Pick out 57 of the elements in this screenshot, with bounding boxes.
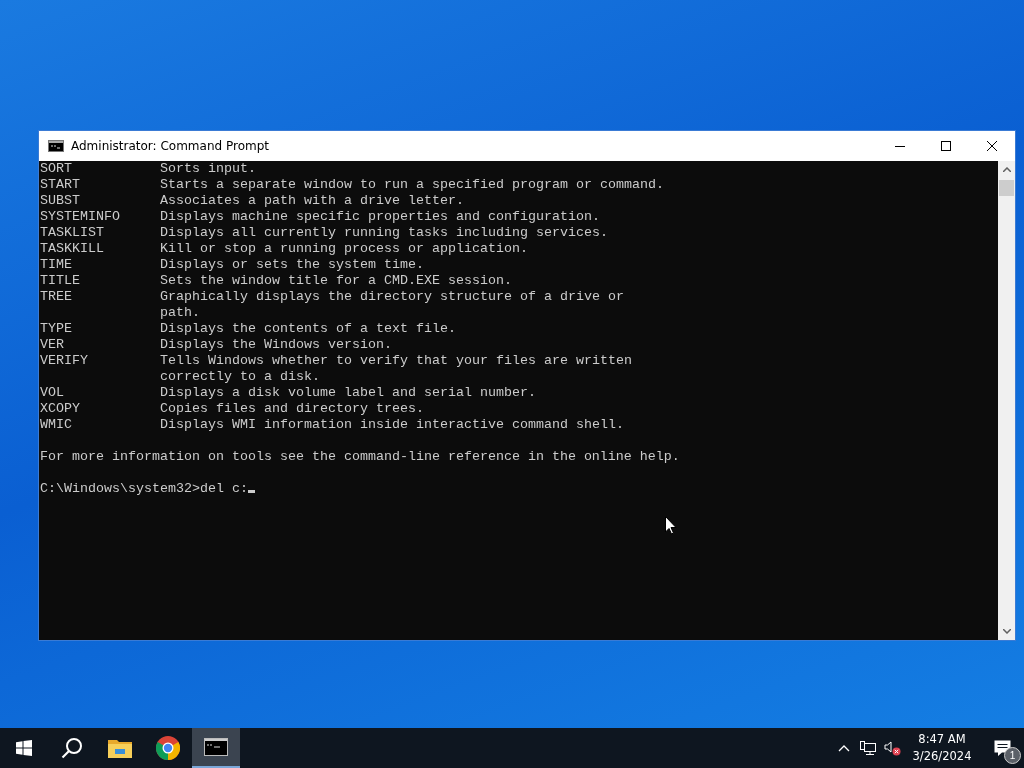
windows-logo-icon [16, 740, 32, 756]
notification-count: 1 [1004, 747, 1021, 764]
command-description: Associates a path with a drive letter. [160, 193, 464, 209]
scrollbar-thumb[interactable] [999, 180, 1014, 196]
command-name: START [40, 177, 81, 193]
command-name: TITLE [40, 273, 81, 289]
folder-icon [108, 738, 132, 758]
command-name: SUBST [40, 193, 81, 209]
terminal-taskbar-button[interactable] [192, 728, 240, 768]
command-name: VERIFY [40, 353, 89, 369]
scroll-up-icon[interactable] [1002, 167, 1011, 172]
command-description: Displays all currently running tasks including services. [160, 225, 608, 241]
command-name: VOL [40, 385, 65, 401]
clock[interactable]: 8:47 AM 3/26/2024 [904, 728, 980, 768]
window-title: Administrator: Command Prompt [71, 139, 270, 153]
command-name: TYPE [40, 321, 73, 337]
command-description: Copies files and directory trees. [160, 401, 424, 417]
command-name: TREE [40, 289, 73, 305]
mouse-pointer-icon [665, 516, 677, 535]
command-input[interactable]: del c: [199, 481, 248, 496]
command-description: Displays machine specific properties and configuration. [160, 209, 600, 225]
speaker-muted-icon [883, 740, 901, 756]
command-name: XCOPY [40, 401, 81, 417]
command-name: TASKKILL [40, 241, 105, 257]
command-description: Displays WMI information inside interactive command shell. [160, 417, 624, 433]
chevron-up-icon [838, 744, 850, 752]
command-name: WMIC [40, 417, 73, 433]
text-cursor [247, 490, 255, 493]
command-description: Tells Windows whether to verify that your files are written [160, 353, 632, 369]
command-description: Graphically displays the directory structure of a drive or [160, 289, 624, 305]
scrollbar[interactable] [998, 161, 1015, 640]
command-name: SORT [40, 161, 73, 177]
help-text: For more information on tools see the command-line reference in the online help. [40, 449, 680, 464]
network-icon [860, 741, 876, 755]
command-description: Sorts input. [160, 161, 256, 177]
command-description: Starts a separate window to run a specified program or command. [160, 177, 664, 193]
command-description: Sets the window title for a CMD.EXE session. [160, 273, 512, 289]
command-description: Displays a disk volume label and serial number. [160, 385, 536, 401]
command-name: SYSTEMINFO [40, 209, 121, 225]
close-icon [987, 141, 997, 151]
command-name: TASKLIST [40, 225, 105, 241]
notifications-button[interactable]: 1 [980, 728, 1024, 768]
command-name: TIME [40, 257, 73, 273]
command-name: VER [40, 337, 65, 353]
console-icon [204, 738, 228, 756]
console-icon [48, 140, 64, 152]
command-description: path. [160, 305, 200, 321]
command-description: Kill or stop a running process or application. [160, 241, 528, 257]
command-description: Displays the contents of a text file. [160, 321, 456, 337]
command-description: correctly to a disk. [160, 369, 320, 385]
search-icon [61, 737, 83, 759]
maximize-icon [941, 141, 951, 151]
browser-icon [156, 736, 180, 760]
command-description: Displays or sets the system time. [160, 257, 424, 273]
scroll-down-icon[interactable] [1002, 629, 1011, 634]
command-prompt: C:\Windows\system32> [40, 481, 200, 496]
command-description: Displays the Windows version. [160, 337, 392, 353]
